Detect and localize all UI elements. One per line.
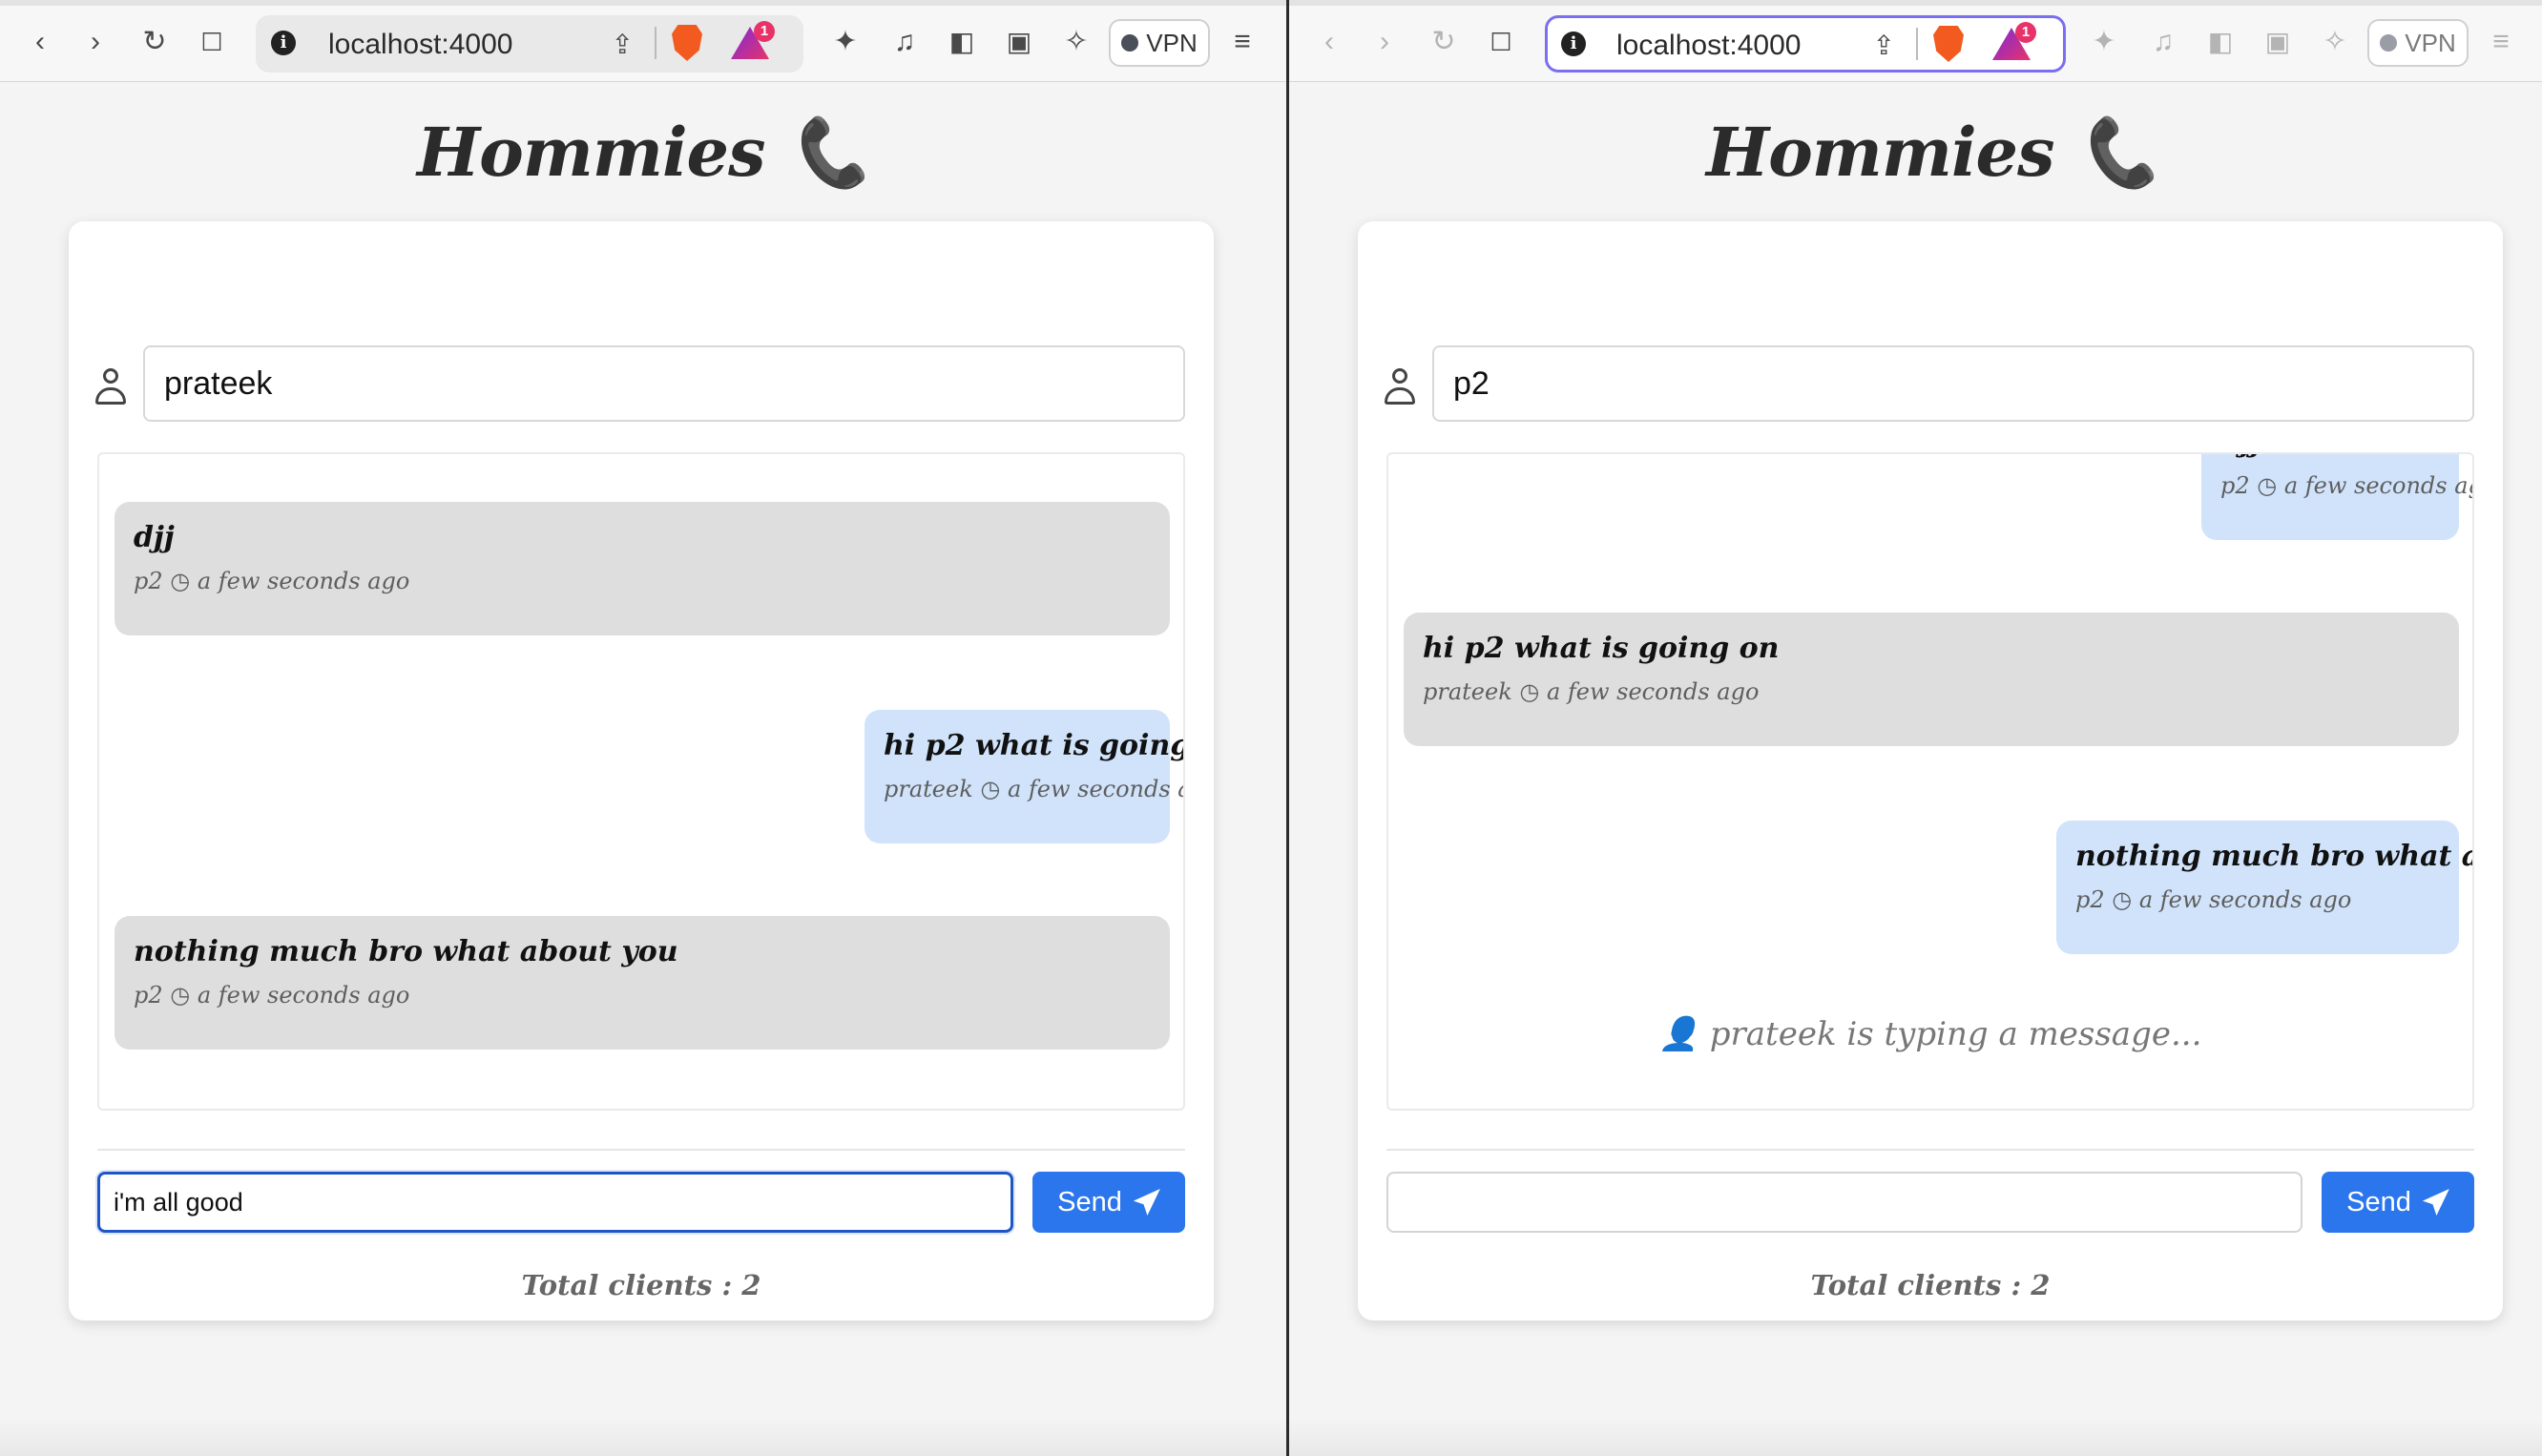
- message-list[interactable]: djj p2 ◷ a few seconds ago hi p2 what is…: [1386, 452, 2474, 1111]
- message-meta: p2 ◷ a few seconds ago: [2220, 472, 2474, 499]
- browser-window-left: ‹ › ↻ ☐ i localhost:4000 ⇪ 1 ✦ ♫ ◧ ▣ ✧ V…: [0, 0, 1286, 1456]
- message-meta: prateek ◷ a few seconds ago: [884, 776, 1183, 802]
- reload-icon[interactable]: ↻: [135, 23, 174, 61]
- url-text: localhost:4000: [1616, 30, 1802, 61]
- message-list[interactable]: djj p2 ◷ a few seconds ago hi p2 what is…: [97, 452, 1185, 1111]
- url-separator: [1916, 28, 1918, 60]
- media-icon[interactable]: ♫: [886, 23, 924, 61]
- reload-icon[interactable]: ↻: [1425, 23, 1463, 61]
- wallet-icon[interactable]: ▣: [2259, 23, 2297, 61]
- share-icon[interactable]: ⇪: [612, 29, 634, 60]
- send-button[interactable]: Send: [1032, 1172, 1185, 1233]
- divider: [97, 1149, 1185, 1151]
- brave-shields-icon[interactable]: [1933, 26, 1964, 62]
- forward-icon[interactable]: ›: [76, 23, 115, 61]
- message-meta: p2 ◷ a few seconds ago: [134, 568, 410, 594]
- tab-strip: [1289, 0, 2542, 6]
- username-input[interactable]: [143, 345, 1185, 422]
- site-info-icon[interactable]: i: [1561, 31, 1586, 56]
- message-received: hi p2 what is going on prateek ◷ a few s…: [1404, 613, 2459, 746]
- app-title: Hommies 📞: [416, 113, 870, 192]
- message-sent: nothing much bro what about you p2 ◷ a f…: [2056, 821, 2472, 954]
- message-meta: p2 ◷ a few seconds ago: [134, 982, 410, 1009]
- site-info-icon[interactable]: i: [271, 31, 296, 55]
- total-clients: Total clients : 2: [1810, 1269, 2051, 1301]
- vpn-label: VPN: [1146, 28, 1198, 57]
- paper-plane-icon: [1133, 1189, 1160, 1216]
- menu-icon[interactable]: ≡: [1223, 23, 1261, 61]
- chat-card: djj p2 ◷ a few seconds ago hi p2 what is…: [1358, 221, 2503, 1321]
- app-title: Hommies 📞: [1705, 113, 2159, 192]
- message-text: djj: [134, 521, 175, 554]
- leo-ai-icon[interactable]: ✧: [1057, 23, 1095, 61]
- bottom-shadow: [0, 1418, 1286, 1456]
- rewards-badge: 1: [2015, 22, 2036, 43]
- total-clients: Total clients : 2: [521, 1269, 761, 1301]
- browser-window-right: ‹ › ↻ ☐ i localhost:4000 ⇪ 1 ✦ ♫ ◧ ▣ ✧ V…: [1289, 0, 2542, 1456]
- address-bar[interactable]: i localhost:4000 ⇪ 1: [1545, 15, 2066, 73]
- message-text: hi p2 what is going on: [884, 729, 1185, 762]
- username-input[interactable]: [1432, 345, 2474, 422]
- sidebar-icon[interactable]: ◧: [2201, 23, 2240, 61]
- send-button[interactable]: Send: [2322, 1172, 2474, 1233]
- browser-toolbar: ‹ › ↻ ☐ i localhost:4000 ⇪ 1 ✦ ♫ ◧ ▣ ✧ V…: [0, 0, 1286, 82]
- share-icon[interactable]: ⇪: [1873, 30, 1895, 61]
- browser-toolbar: ‹ › ↻ ☐ i localhost:4000 ⇪ 1 ✦ ♫ ◧ ▣ ✧ V…: [1289, 0, 2542, 82]
- forward-icon[interactable]: ›: [1365, 23, 1404, 61]
- message-input[interactable]: [97, 1172, 1013, 1233]
- vpn-status-icon: [1121, 34, 1139, 52]
- vpn-button[interactable]: VPN: [1109, 19, 1210, 67]
- divider: [1386, 1149, 2474, 1151]
- message-meta: prateek ◷ a few seconds ago: [1423, 678, 1760, 705]
- address-bar[interactable]: i localhost:4000 ⇪ 1: [256, 15, 803, 73]
- message-meta: p2 ◷ a few seconds ago: [2075, 886, 2352, 913]
- url-separator: [655, 27, 656, 59]
- typing-indicator: 👤 prateek is typing a message...: [1658, 1015, 2202, 1053]
- message-sent: djj p2 ◷ a few seconds ago: [2201, 454, 2474, 540]
- bookmark-icon[interactable]: ☐: [1482, 23, 1520, 61]
- extensions-icon[interactable]: ✦: [2085, 23, 2123, 61]
- leo-ai-icon[interactable]: ✧: [2316, 23, 2354, 61]
- vpn-button[interactable]: VPN: [2367, 19, 2469, 67]
- message-received: nothing much bro what about you p2 ◷ a f…: [115, 916, 1170, 1050]
- paper-plane-icon: [2422, 1189, 2449, 1216]
- message-text: hi p2 what is going on: [1423, 632, 1780, 665]
- message-sent: hi p2 what is going on prateek ◷ a few s…: [865, 710, 1185, 843]
- message-input[interactable]: [1386, 1172, 2302, 1233]
- user-icon: [95, 368, 126, 406]
- chat-card: djj p2 ◷ a few seconds ago hi p2 what is…: [69, 221, 1214, 1321]
- rewards-badge: 1: [754, 21, 775, 42]
- user-icon: [1385, 368, 1415, 406]
- message-text: djj: [2220, 454, 2440, 459]
- brave-shields-icon[interactable]: [672, 25, 702, 61]
- message-received: djj p2 ◷ a few seconds ago: [115, 502, 1170, 635]
- bottom-shadow: [1289, 1418, 2542, 1456]
- wallet-icon[interactable]: ▣: [1000, 23, 1038, 61]
- message-text: nothing much bro what about you: [134, 935, 678, 968]
- tab-strip: [0, 0, 1286, 6]
- sidebar-icon[interactable]: ◧: [943, 23, 981, 61]
- back-icon[interactable]: ‹: [1310, 23, 1348, 61]
- media-icon[interactable]: ♫: [2144, 23, 2182, 61]
- url-text: localhost:4000: [328, 29, 513, 60]
- back-icon[interactable]: ‹: [21, 23, 59, 61]
- send-label: Send: [2346, 1186, 2411, 1217]
- send-label: Send: [1057, 1186, 1122, 1217]
- extensions-icon[interactable]: ✦: [826, 23, 865, 61]
- vpn-status-icon: [2380, 34, 2398, 52]
- bookmark-icon[interactable]: ☐: [193, 23, 231, 61]
- message-text: nothing much bro what about you: [2075, 840, 2472, 873]
- menu-icon[interactable]: ≡: [2482, 23, 2520, 61]
- vpn-label: VPN: [2405, 28, 2456, 57]
